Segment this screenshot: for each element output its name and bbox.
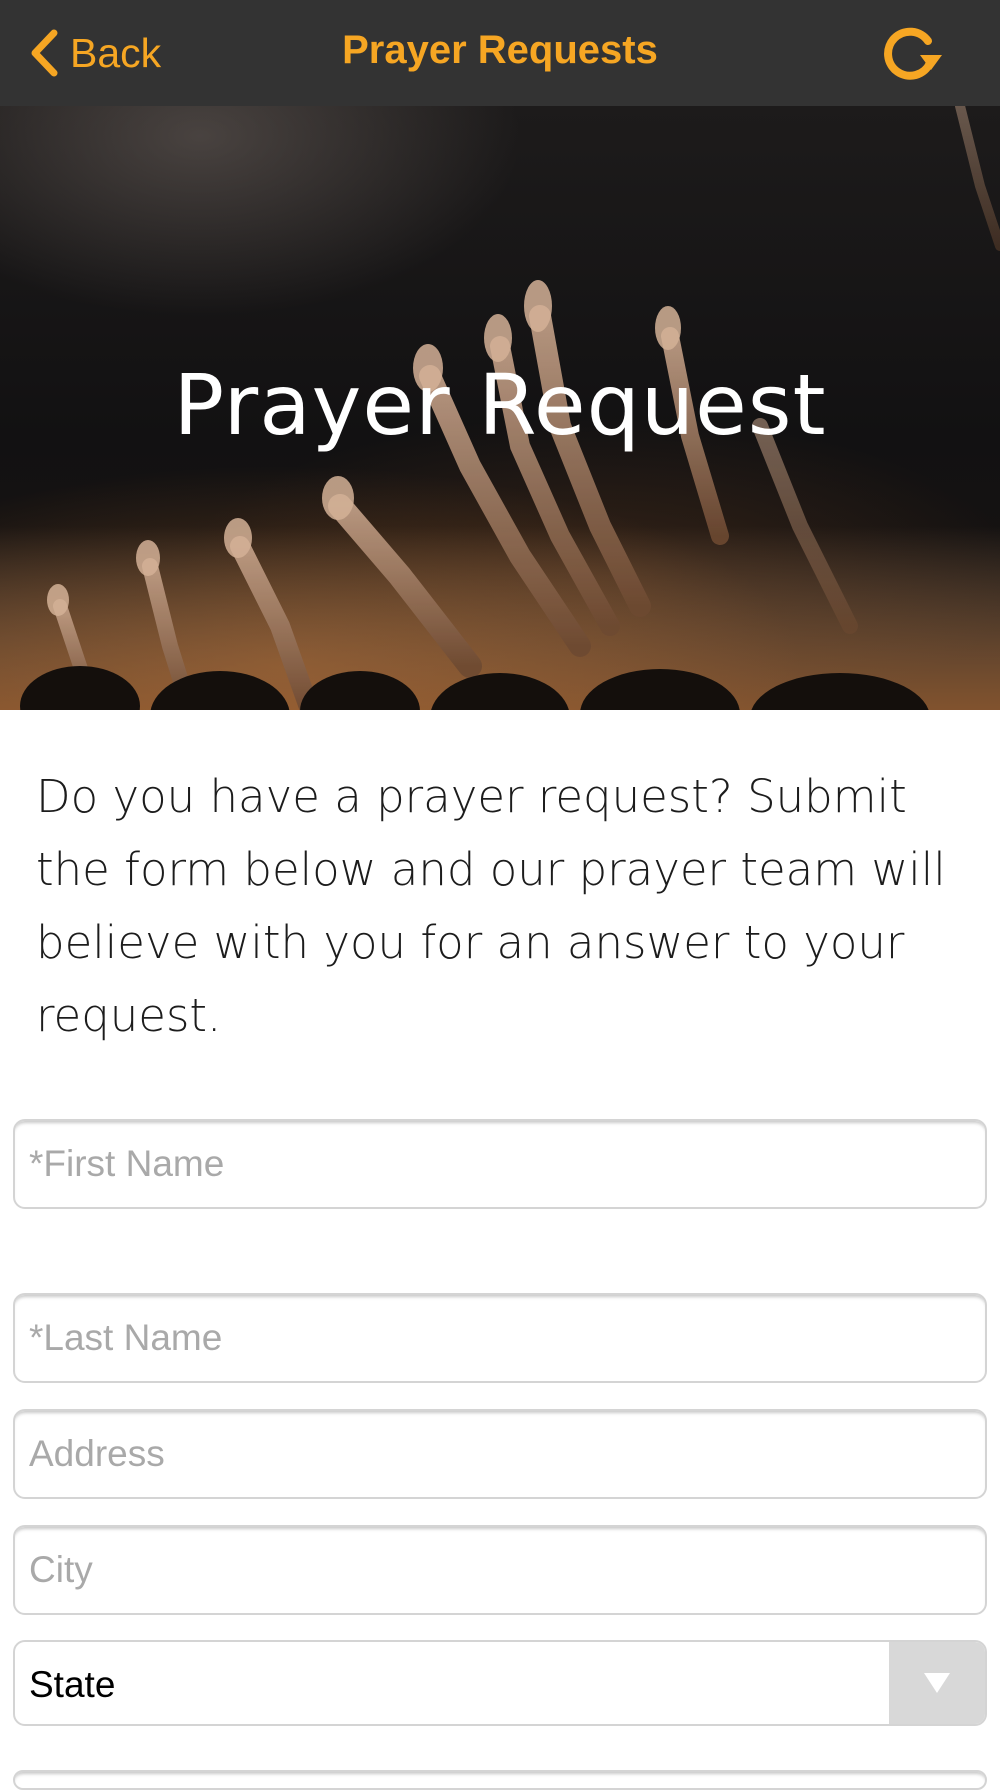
address-field[interactable] bbox=[13, 1409, 987, 1499]
hero-banner: Prayer Request bbox=[0, 106, 1000, 710]
refresh-icon bbox=[884, 27, 942, 80]
back-label: Back bbox=[70, 29, 162, 76]
next-field-partial[interactable] bbox=[13, 1770, 987, 1790]
refresh-button[interactable] bbox=[880, 25, 944, 83]
intro-text: Do you have a prayer request? Submit the… bbox=[36, 770, 946, 1042]
state-select[interactable]: State bbox=[13, 1640, 987, 1726]
hero-title: Prayer Request bbox=[173, 356, 827, 454]
last-name-field[interactable] bbox=[13, 1293, 987, 1383]
state-dropdown-toggle[interactable] bbox=[889, 1642, 985, 1724]
back-button[interactable]: Back bbox=[28, 24, 161, 82]
first-name-field[interactable] bbox=[13, 1119, 987, 1209]
chevron-left-icon bbox=[31, 29, 58, 77]
triangle-down-icon bbox=[924, 1673, 950, 1693]
top-navbar: Back Prayer Requests bbox=[0, 0, 1000, 106]
city-field[interactable] bbox=[13, 1525, 987, 1615]
state-select-value: State bbox=[29, 1664, 116, 1705]
